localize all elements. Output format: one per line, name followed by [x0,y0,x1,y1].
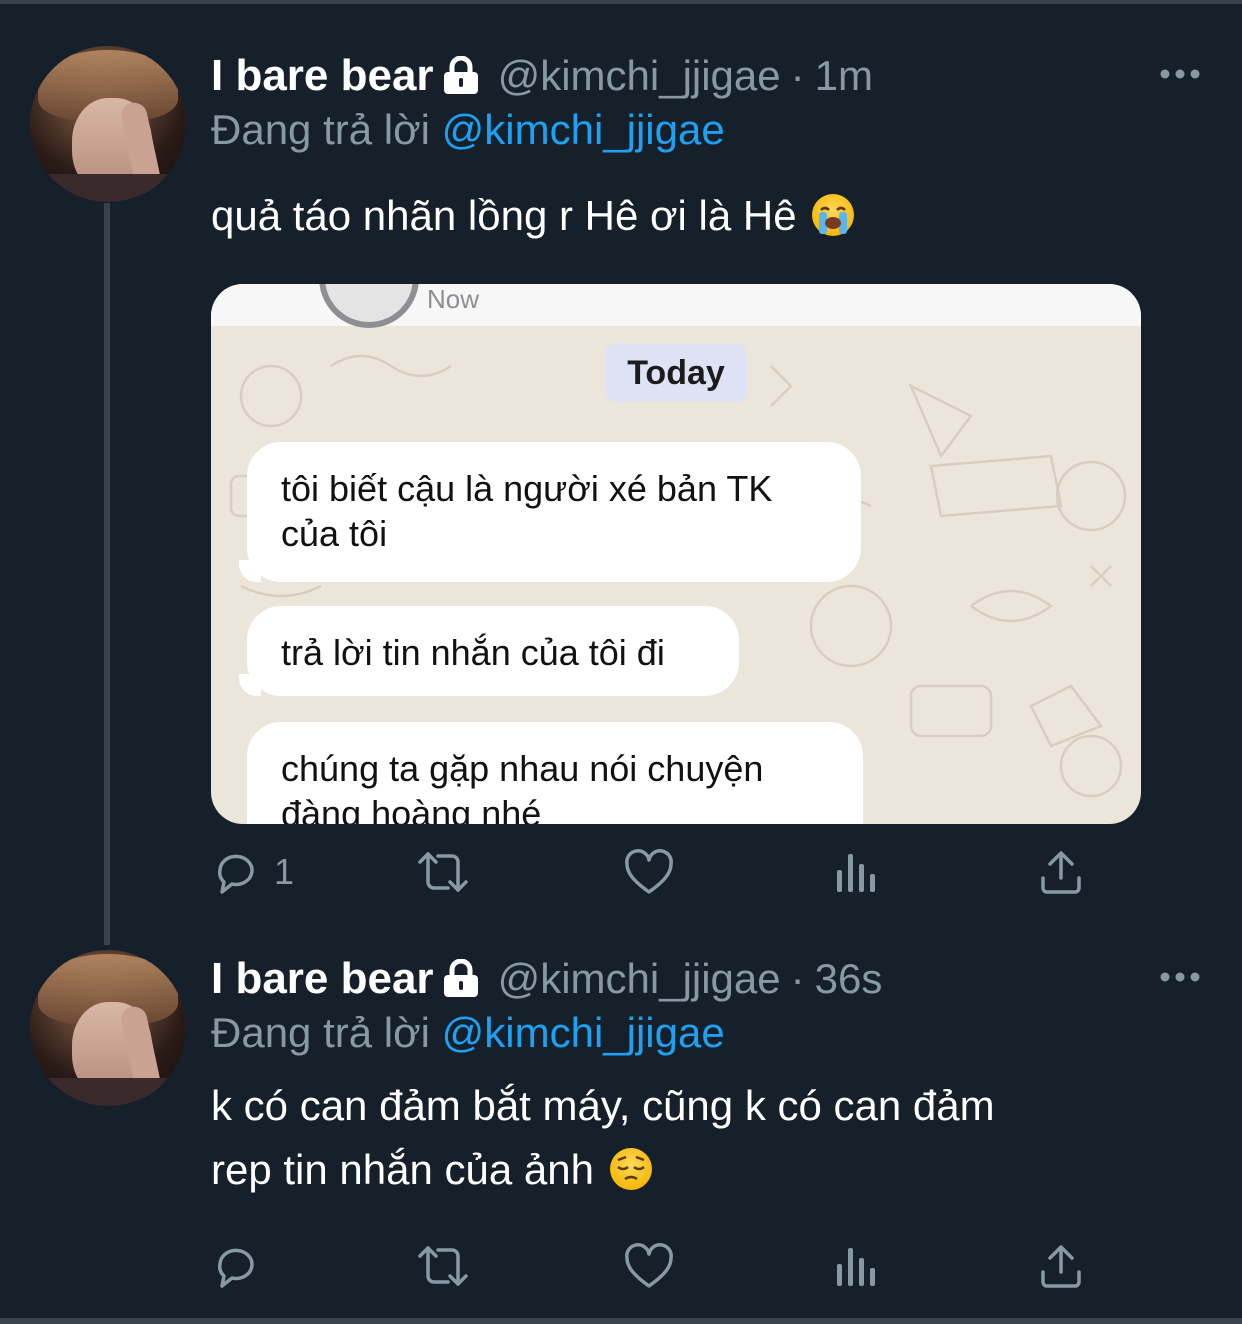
retweet-button[interactable] [414,848,472,896]
mention-link[interactable]: @kimchi_jjigae [442,1009,725,1056]
share-icon [1038,848,1084,896]
handle[interactable]: @kimchi_jjigae [498,52,781,100]
tweet-header: I bare bear @kimchi_jjigae · 1m [211,48,873,104]
reply-icon [212,848,260,896]
message-bubble-3: chúng ta gặp nhau nói chuyện đàng hoàng … [247,722,863,824]
display-name[interactable]: I bare bear [211,954,434,1004]
tweet-text-line: k có can đảm bắt máy, cũng k có can đảm [211,1082,995,1129]
top-divider [0,0,1242,4]
retweet-button[interactable] [414,1242,472,1290]
tweet-text: quả táo nhãn lồng r Hê ơi là Hê [211,184,1191,248]
replying-prefix: Đang trả lời [211,1009,430,1056]
like-icon [624,1242,674,1290]
retweet-icon [414,1242,472,1290]
like-button[interactable] [624,848,674,896]
lock-icon [440,958,482,1004]
handle[interactable]: @kimchi_jjigae [498,955,781,1003]
share-button[interactable] [1038,848,1084,896]
tweet-text-line: rep tin nhắn của ảnh [211,1146,594,1193]
attached-screenshot[interactable]: Now Today tôi biết cậu là người xé bản T… [211,284,1141,824]
timestamp[interactable]: 1m [815,52,873,100]
message-text: tôi biết cậu là người xé bản TK của tôi [281,468,773,554]
message-bubble-2: trả lời tin nhắn của tôi đi [247,606,739,696]
analytics-button[interactable] [834,1242,878,1290]
tweet-actions: 1 [0,848,1242,904]
share-icon [1038,1242,1084,1290]
display-name[interactable]: I bare bear [211,51,434,101]
retweet-icon [414,848,472,896]
chat-topbar: Now [211,284,1141,328]
pensive-face-icon [609,1148,652,1190]
tweet-header: I bare bear @kimchi_jjigae · 36s [211,951,882,1007]
avatar[interactable] [30,46,186,202]
tweet-actions [0,1242,1242,1298]
tweet-text-line-2: rep tin nhắn của ảnh [211,1138,1191,1202]
replying-prefix: Đang trả lời [211,106,430,153]
separator-dot: · [790,955,805,1002]
tweet-text: k có can đảm bắt máy, cũng k có can đảm … [211,1074,1191,1202]
avatar[interactable] [30,950,186,1106]
message-text: trả lời tin nhắn của tôi đi [281,632,665,673]
chat-status: Now [427,284,480,314]
analytics-icon [834,1242,878,1290]
reply-button[interactable] [212,1242,274,1290]
separator-dot: · [790,52,805,99]
like-icon [624,848,674,896]
like-button[interactable] [624,1242,674,1290]
mention-link[interactable]: @kimchi_jjigae [442,106,725,153]
more-icon[interactable] [1160,64,1200,84]
more-icon[interactable] [1160,967,1200,987]
message-bubble-1: tôi biết cậu là người xé bản TK của tôi [247,442,861,582]
reply-button[interactable]: 1 [212,848,294,896]
reply-icon [212,1242,260,1290]
contact-avatar [319,284,419,328]
tweet-text-content: quả táo nhãn lồng r Hê ơi là Hê [211,192,797,239]
share-button[interactable] [1038,1242,1084,1290]
timestamp[interactable]: 36s [815,955,883,1003]
loudly-crying-face-icon [812,194,855,236]
message-text: chúng ta gặp nhau nói chuyện đàng hoàng … [281,748,764,824]
thread-connector-line [104,203,110,945]
reply-count: 1 [274,851,295,892]
replying-to: Đang trả lời @kimchi_jjigae [211,1009,725,1057]
bottom-divider [0,1318,1242,1324]
date-pill: Today [605,344,747,402]
lock-icon [440,55,482,101]
replying-to: Đang trả lời @kimchi_jjigae [211,106,725,154]
analytics-icon [834,848,878,896]
analytics-button[interactable] [834,848,878,896]
